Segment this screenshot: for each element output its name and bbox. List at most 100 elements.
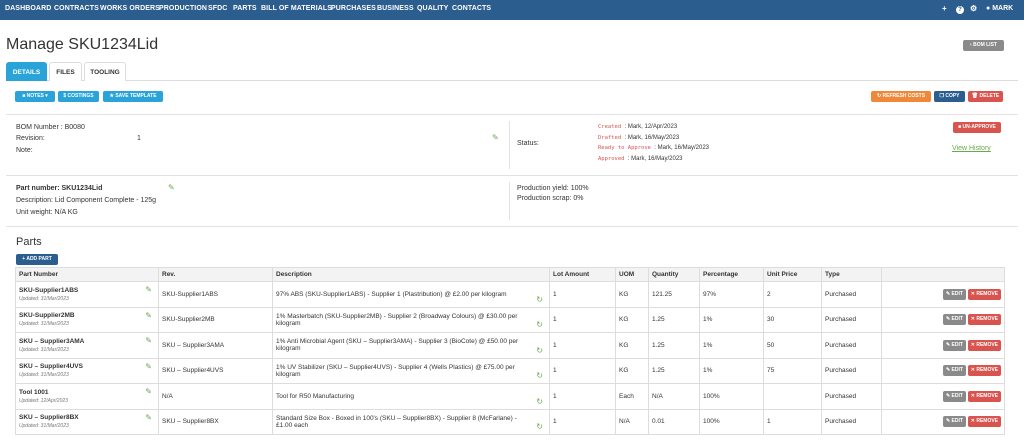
remove-row-button[interactable]: ✕ REMOVE xyxy=(967,390,1001,402)
lot-amount-cell: 1 xyxy=(549,332,616,359)
gear-icon[interactable]: ⚙ xyxy=(970,4,977,13)
edit-row-button[interactable]: ✎ EDIT xyxy=(942,288,966,300)
notes-button[interactable]: ■ NOTES ▾ xyxy=(15,91,55,102)
edit-icon[interactable]: ✎ xyxy=(145,285,152,294)
view-history-link[interactable]: View History xyxy=(952,145,991,152)
nav-business[interactable]: BUSINESS xyxy=(377,5,414,12)
remove-row-button[interactable]: ✕ REMOVE xyxy=(967,416,1001,428)
nav-dashboard[interactable]: DASHBOARD xyxy=(5,5,51,12)
part-updated: Updated: 31/Mar/2023 xyxy=(19,346,69,353)
remove-row-button[interactable]: ✕ REMOVE xyxy=(967,365,1001,377)
costings-button[interactable]: $ COSTINGS xyxy=(58,91,99,102)
description-text: Tool for R50 Manufacturing xyxy=(276,392,355,400)
nav-bill-of-materials[interactable]: BILL OF MATERIALS xyxy=(261,5,332,12)
user-menu[interactable]: ● MARK xyxy=(986,5,1013,12)
nav-contracts[interactable]: CONTRACTS xyxy=(54,5,99,12)
col-type[interactable]: Type xyxy=(821,267,882,282)
copy-button[interactable]: ❐ COPY xyxy=(934,91,965,102)
dollar-icon: $ xyxy=(63,93,67,99)
tab-details[interactable]: DETAILS xyxy=(6,62,47,81)
refresh-icon[interactable]: ↻ xyxy=(536,346,543,355)
nav-production[interactable]: PRODUCTION xyxy=(159,5,207,12)
col-description[interactable]: Description xyxy=(272,267,550,282)
remove-row-label: REMOVE xyxy=(976,341,998,348)
refresh-icon[interactable]: ↻ xyxy=(536,320,543,329)
remove-row-label: REMOVE xyxy=(976,418,998,425)
revision-label: Revision: xyxy=(16,135,45,142)
nav-sfdc[interactable]: SFDC xyxy=(208,5,227,12)
costings-label: COSTINGS xyxy=(67,93,94,99)
quantity-cell: N/A xyxy=(648,383,700,410)
help-icon[interactable]: ? xyxy=(956,6,964,14)
edit-row-button[interactable]: ✎ EDIT xyxy=(942,416,966,428)
bom-list-label: BOM LIST xyxy=(973,42,997,48)
remove-row-button[interactable]: ✕ REMOVE xyxy=(967,339,1001,351)
add-part-button[interactable]: + ADD PART xyxy=(16,254,58,265)
bom-list-button[interactable]: ‹ BOM LIST xyxy=(963,40,1004,51)
production-yield: Production yield: 100% xyxy=(517,185,589,192)
refresh-costs-button[interactable]: ↻ REFRESH COSTS xyxy=(871,91,931,102)
edit-part-icon[interactable]: ✎ xyxy=(168,184,176,192)
rev-cell: SKU – Supplier3AMA xyxy=(158,332,273,359)
unit-price-cell xyxy=(763,383,822,410)
col-lot-amount[interactable]: Lot Amount xyxy=(549,267,616,282)
col-rev[interactable]: Rev. xyxy=(158,267,273,282)
table-row: SKU – Supplier3AMA Updated: 31/Mar/2023 ✎ S… xyxy=(15,332,1005,359)
nav-purchases[interactable]: PURCHASES xyxy=(331,5,376,12)
edit-row-button[interactable]: ✎ EDIT xyxy=(942,365,966,377)
nav-contacts[interactable]: CONTACTS xyxy=(452,5,491,12)
notes-label: NOTES xyxy=(26,93,44,99)
copy-icon: ❐ xyxy=(939,93,944,99)
refresh-icon[interactable]: ↻ xyxy=(536,371,543,380)
col-quantity[interactable]: Quantity xyxy=(648,267,700,282)
part-name: SKU-Supplier2MB xyxy=(19,312,75,320)
percentage-cell: 1% xyxy=(699,306,764,333)
bom-divider xyxy=(6,175,1018,176)
percentage-cell: 97% xyxy=(699,281,764,308)
delete-button[interactable]: 🗑 DELETE xyxy=(968,91,1003,102)
quantity-cell: 0.01 xyxy=(648,408,700,435)
edit-icon[interactable]: ✎ xyxy=(145,311,152,320)
unapprove-button[interactable]: ■ UN-APPROVE xyxy=(953,122,1001,133)
lot-amount-cell: 1 xyxy=(549,357,616,384)
part-name: SKU – Supplier4UVS xyxy=(19,363,83,371)
edit-bom-icon[interactable]: ✎ xyxy=(492,134,500,142)
plus-icon[interactable]: + xyxy=(942,4,947,13)
col-uom[interactable]: UOM xyxy=(615,267,649,282)
edit-icon[interactable]: ✎ xyxy=(145,387,152,396)
edit-row-button[interactable]: ✎ EDIT xyxy=(942,339,966,351)
rev-cell: SKU-Supplier1ABS xyxy=(158,281,273,308)
edit-icon[interactable]: ✎ xyxy=(145,336,152,345)
pencil-icon: ✎ xyxy=(945,341,951,348)
tab-files[interactable]: FILES xyxy=(49,62,82,81)
edit-row-label: EDIT xyxy=(951,290,963,297)
nav-quality[interactable]: QUALITY xyxy=(417,5,448,12)
uom-cell: KG xyxy=(615,332,649,359)
edit-icon[interactable]: ✎ xyxy=(145,413,152,422)
save-template-button[interactable]: ★ SAVE TEMPLATE xyxy=(103,91,163,102)
edit-icon[interactable]: ✎ xyxy=(145,362,152,371)
history-approved-value: : Mark, 16/May/2023 xyxy=(627,156,683,162)
part-number: Part number: SKU1234Lid xyxy=(16,185,103,192)
edit-row-button[interactable]: ✎ EDIT xyxy=(942,390,966,402)
user-icon: ● xyxy=(986,5,991,12)
refresh-icon[interactable]: ↻ xyxy=(536,295,543,304)
top-navbar: DASHBOARD CONTRACTS WORKS ORDERS PRODUCT… xyxy=(0,0,1024,20)
remove-row-button[interactable]: ✕ REMOVE xyxy=(967,288,1001,300)
col-percentage[interactable]: Percentage xyxy=(699,267,764,282)
chevron-left-icon: ‹ xyxy=(970,42,972,48)
nav-parts[interactable]: PARTS xyxy=(233,5,257,12)
comment-icon: ■ xyxy=(22,93,26,99)
edit-row-button[interactable]: ✎ EDIT xyxy=(942,314,966,326)
refresh-icon[interactable]: ↻ xyxy=(536,397,543,406)
actions-cell: ✎ EDIT ✕ REMOVE xyxy=(881,332,1005,359)
col-unit-price[interactable]: Unit Price xyxy=(763,267,822,282)
remove-row-button[interactable]: ✕ REMOVE xyxy=(967,314,1001,326)
unit-price-cell: 30 xyxy=(763,306,822,333)
part-updated: Updated: 31/Mar/2023 xyxy=(19,423,69,430)
tab-tooling[interactable]: TOOLING xyxy=(84,62,126,81)
col-part-number[interactable]: Part Number xyxy=(15,267,159,282)
description-cell: Standard Size Box - Boxed in 100's (SKU … xyxy=(272,408,550,435)
refresh-icon[interactable]: ↻ xyxy=(536,422,543,431)
nav-works-orders[interactable]: WORKS ORDERS xyxy=(100,5,160,12)
